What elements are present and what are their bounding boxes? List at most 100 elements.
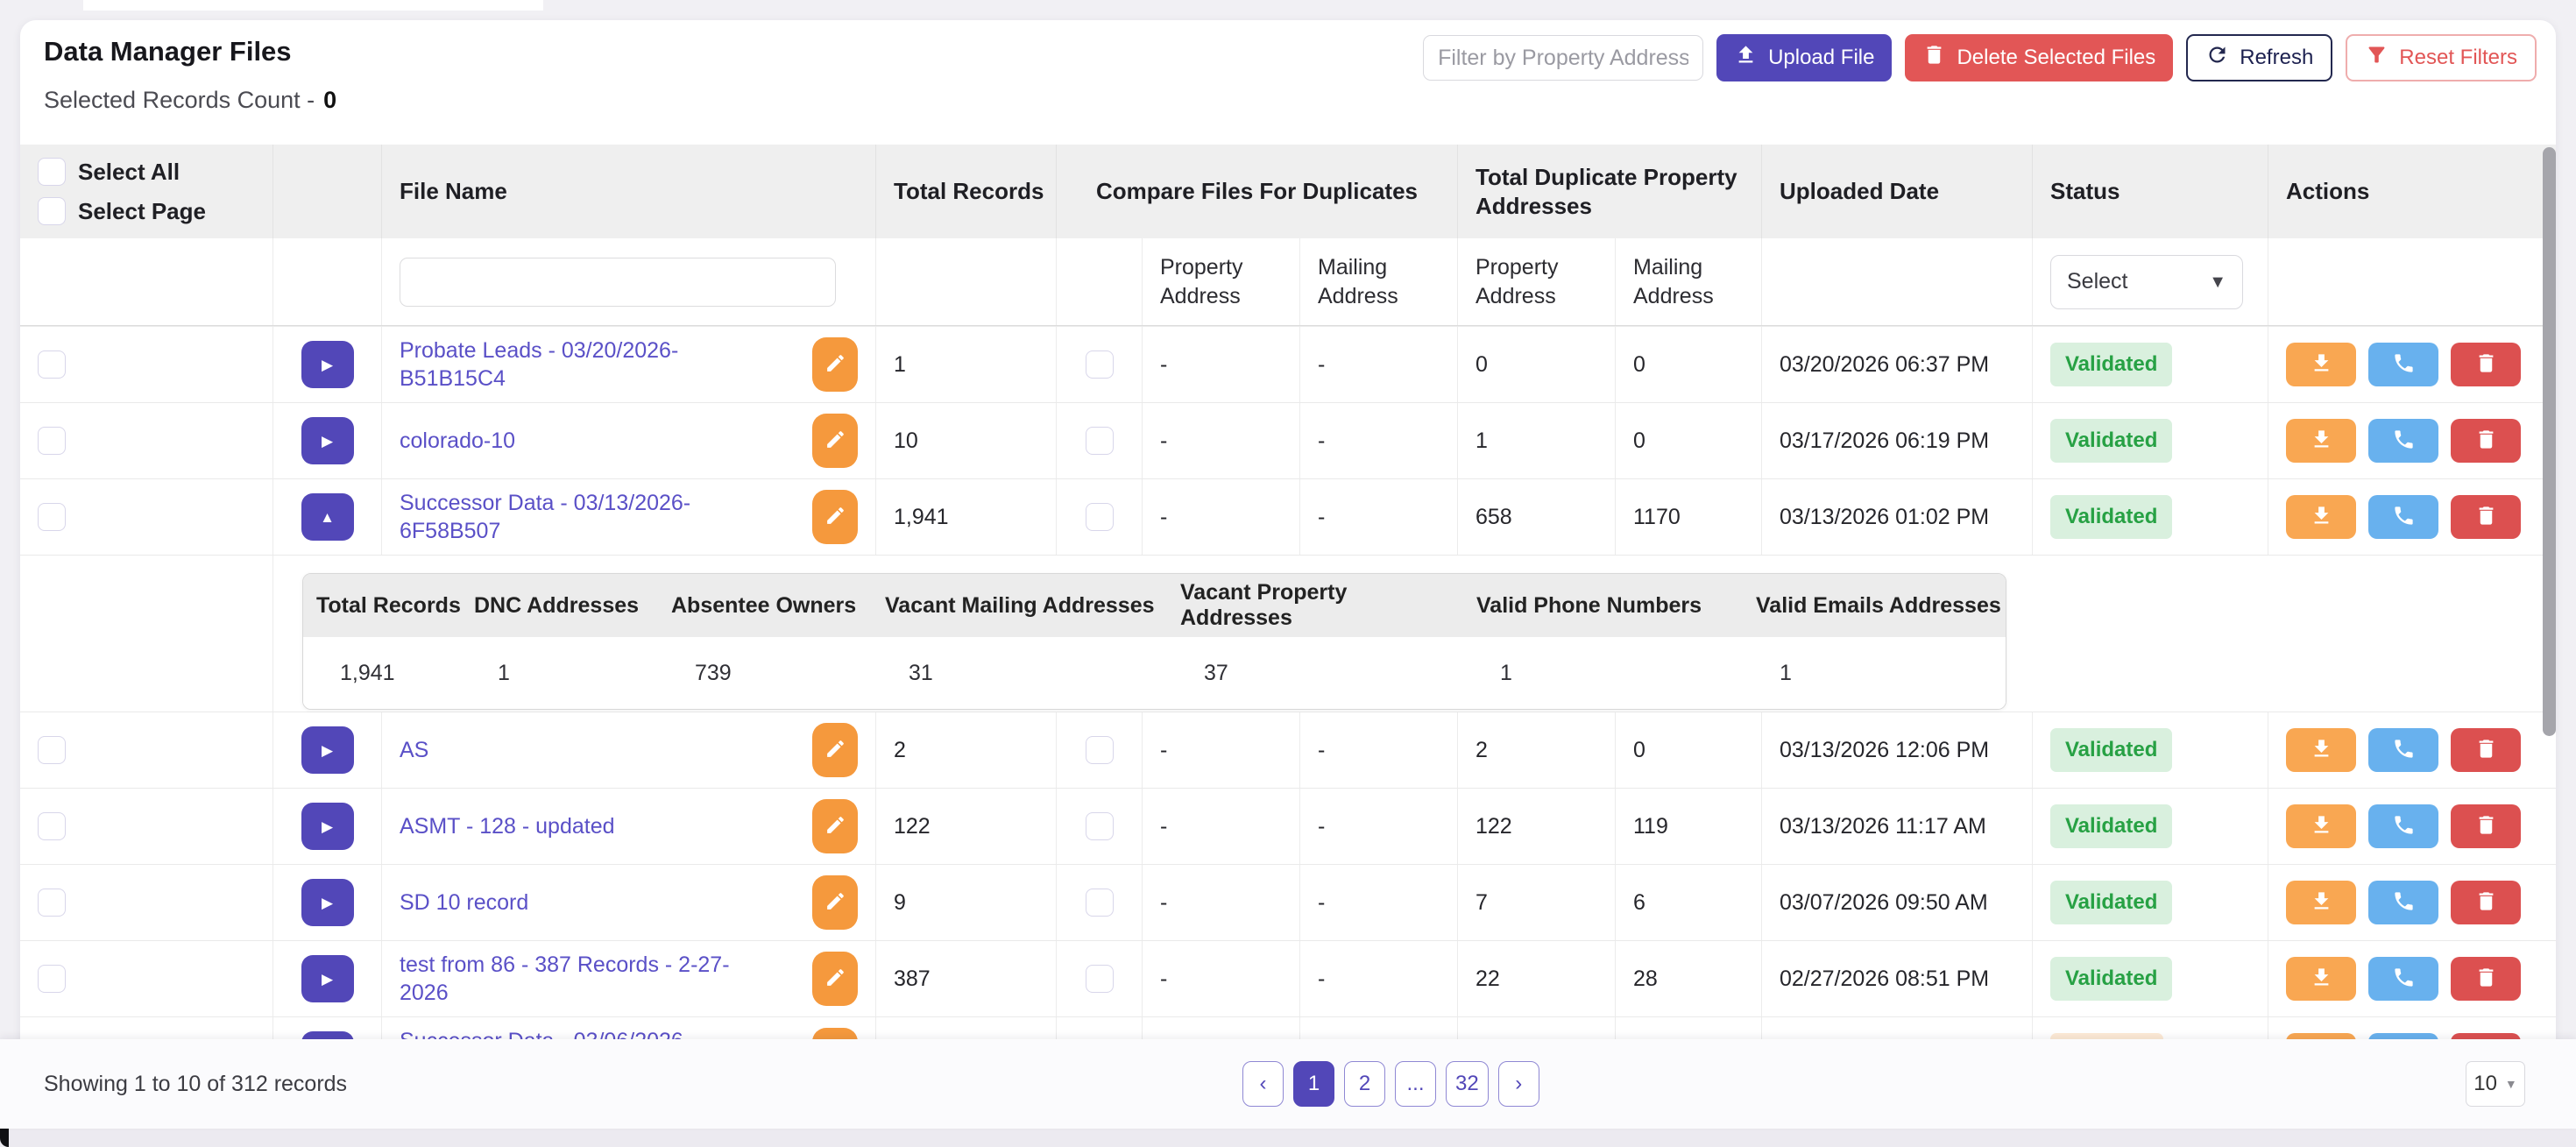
selected-records-count: Selected Records Count - 0 bbox=[44, 87, 336, 114]
toolbar: Upload File Delete Selected Files Refres… bbox=[1423, 34, 2537, 81]
delete-selected-files-button[interactable]: Delete Selected Files bbox=[1905, 34, 2173, 81]
edit-file-button[interactable] bbox=[812, 952, 858, 1006]
delete-file-button[interactable] bbox=[2451, 881, 2521, 924]
compare-checkbox[interactable] bbox=[1086, 889, 1114, 917]
expand-row-button[interactable]: ▶ bbox=[301, 803, 354, 850]
compare-checkbox[interactable] bbox=[1086, 503, 1114, 531]
stats-value: 31 bbox=[872, 637, 1167, 709]
filter-property-address-input[interactable] bbox=[1423, 35, 1703, 81]
phone-button[interactable] bbox=[2368, 957, 2438, 1001]
file-name-link[interactable]: SD 10 record bbox=[400, 889, 528, 917]
phone-icon bbox=[2392, 504, 2416, 530]
compare-checkbox[interactable] bbox=[1086, 427, 1114, 455]
compare-property-address-subheader: Property Address bbox=[1143, 238, 1300, 325]
file-stats-panel: Total Records DNC Addresses Absentee Own… bbox=[302, 573, 2006, 710]
download-file-button[interactable] bbox=[2286, 495, 2356, 539]
delete-file-button[interactable] bbox=[2451, 343, 2521, 386]
collapse-row-button[interactable]: ▲ bbox=[301, 493, 354, 541]
delete-file-button[interactable] bbox=[2451, 728, 2521, 772]
records-summary: Showing 1 to 10 of 312 records bbox=[44, 1072, 347, 1097]
status-filter-select[interactable]: Select ▼ bbox=[2050, 255, 2243, 309]
vertical-scrollbar-thumb[interactable] bbox=[2543, 147, 2556, 736]
refresh-button[interactable]: Refresh bbox=[2186, 34, 2332, 81]
edit-file-button[interactable] bbox=[812, 490, 858, 544]
phone-button[interactable] bbox=[2368, 728, 2438, 772]
edit-file-button[interactable] bbox=[812, 875, 858, 930]
prev-page-button[interactable]: ‹ bbox=[1242, 1061, 1284, 1107]
total-duplicate-header: Total Duplicate Property Addresses bbox=[1458, 145, 1762, 238]
reset-filters-button[interactable]: Reset Filters bbox=[2346, 34, 2537, 81]
status-badge: Validated bbox=[2050, 728, 2172, 772]
phone-button[interactable] bbox=[2368, 419, 2438, 463]
select-page-checkbox[interactable] bbox=[38, 197, 66, 225]
file-name-link[interactable]: colorado-10 bbox=[400, 427, 515, 456]
select-column-header: Select All Select Page bbox=[20, 145, 273, 238]
expand-row-button[interactable]: ▶ bbox=[301, 726, 354, 774]
file-name-link[interactable]: ASMT - 128 - updated bbox=[400, 812, 615, 841]
delete-file-button[interactable] bbox=[2451, 495, 2521, 539]
row-checkbox[interactable] bbox=[38, 503, 66, 531]
uploaded-date-cell: 03/07/2026 09:50 AM bbox=[1762, 865, 2033, 940]
table-header-row: Select All Select Page File Name Total R… bbox=[20, 145, 2556, 238]
delete-file-button[interactable] bbox=[2451, 957, 2521, 1001]
file-name-filter-input[interactable] bbox=[400, 258, 836, 307]
edit-file-button[interactable] bbox=[812, 337, 858, 392]
stats-header: Valid Emails Addresses bbox=[1743, 574, 2006, 637]
download-file-button[interactable] bbox=[2286, 957, 2356, 1001]
table-row: ▶ SD 10 record 9 - - 7 6 03/07/2026 09:5… bbox=[20, 864, 2556, 940]
delete-file-button[interactable] bbox=[2451, 419, 2521, 463]
row-checkbox[interactable] bbox=[38, 736, 66, 764]
expand-row-button[interactable]: ▶ bbox=[301, 879, 354, 926]
row-checkbox[interactable] bbox=[38, 965, 66, 993]
chevron-down-icon: ▼ bbox=[2505, 1077, 2517, 1091]
page-button-2[interactable]: 2 bbox=[1344, 1061, 1385, 1107]
file-name-link[interactable]: Probate Leads - 03/20/2026-B51B15C4 bbox=[400, 336, 775, 393]
page-ellipsis-button[interactable]: ... bbox=[1395, 1061, 1436, 1107]
expand-row-button[interactable]: ▶ bbox=[301, 417, 354, 464]
compare-checkbox[interactable] bbox=[1086, 736, 1114, 764]
phone-button[interactable] bbox=[2368, 804, 2438, 848]
edit-file-button[interactable] bbox=[812, 414, 858, 468]
row-checkbox[interactable] bbox=[38, 427, 66, 455]
next-page-button[interactable]: › bbox=[1498, 1061, 1539, 1107]
compare-checkbox[interactable] bbox=[1086, 965, 1114, 993]
phone-button[interactable] bbox=[2368, 343, 2438, 386]
edit-file-button[interactable] bbox=[812, 799, 858, 853]
page-size-select[interactable]: 10 ▼ bbox=[2466, 1061, 2525, 1107]
pencil-icon bbox=[824, 428, 846, 453]
row-checkbox[interactable] bbox=[38, 812, 66, 840]
edit-file-button[interactable] bbox=[812, 723, 858, 777]
download-file-button[interactable] bbox=[2286, 804, 2356, 848]
file-name-header: File Name bbox=[382, 145, 876, 238]
file-name-link[interactable]: AS bbox=[400, 736, 428, 765]
download-file-button[interactable] bbox=[2286, 343, 2356, 386]
trash-icon bbox=[2474, 504, 2498, 530]
download-file-button[interactable] bbox=[2286, 419, 2356, 463]
expand-row-button[interactable]: ▶ bbox=[301, 955, 354, 1002]
page-button-1[interactable]: 1 bbox=[1293, 1061, 1334, 1107]
expand-row-button[interactable]: ▶ bbox=[301, 341, 354, 388]
download-file-button[interactable] bbox=[2286, 728, 2356, 772]
compare-property-cell: - bbox=[1143, 865, 1300, 940]
file-name-link[interactable]: test from 86 - 387 Records - 2-27-2026 bbox=[400, 951, 775, 1008]
status-badge: Validated bbox=[2050, 343, 2172, 386]
row-checkbox[interactable] bbox=[38, 889, 66, 917]
status-badge: Validated bbox=[2050, 804, 2172, 848]
download-icon bbox=[2310, 351, 2333, 378]
delete-file-button[interactable] bbox=[2451, 804, 2521, 848]
phone-button[interactable] bbox=[2368, 495, 2438, 539]
dup-mailing-cell: 0 bbox=[1616, 403, 1762, 478]
row-checkbox[interactable] bbox=[38, 350, 66, 379]
phone-icon bbox=[2392, 813, 2416, 839]
phone-button[interactable] bbox=[2368, 881, 2438, 924]
chevron-right-icon: ▶ bbox=[322, 358, 333, 372]
select-all-checkbox[interactable] bbox=[38, 158, 66, 186]
compare-mailing-cell: - bbox=[1300, 403, 1458, 478]
download-file-button[interactable] bbox=[2286, 881, 2356, 924]
page-button-32[interactable]: 32 bbox=[1446, 1061, 1489, 1107]
upload-file-button[interactable]: Upload File bbox=[1716, 34, 1892, 81]
file-name-link[interactable]: Successor Data - 03/13/2026-6F58B507 bbox=[400, 489, 775, 546]
compare-checkbox[interactable] bbox=[1086, 350, 1114, 379]
stats-header: Vacant Mailing Addresses bbox=[872, 574, 1167, 637]
compare-checkbox[interactable] bbox=[1086, 812, 1114, 840]
